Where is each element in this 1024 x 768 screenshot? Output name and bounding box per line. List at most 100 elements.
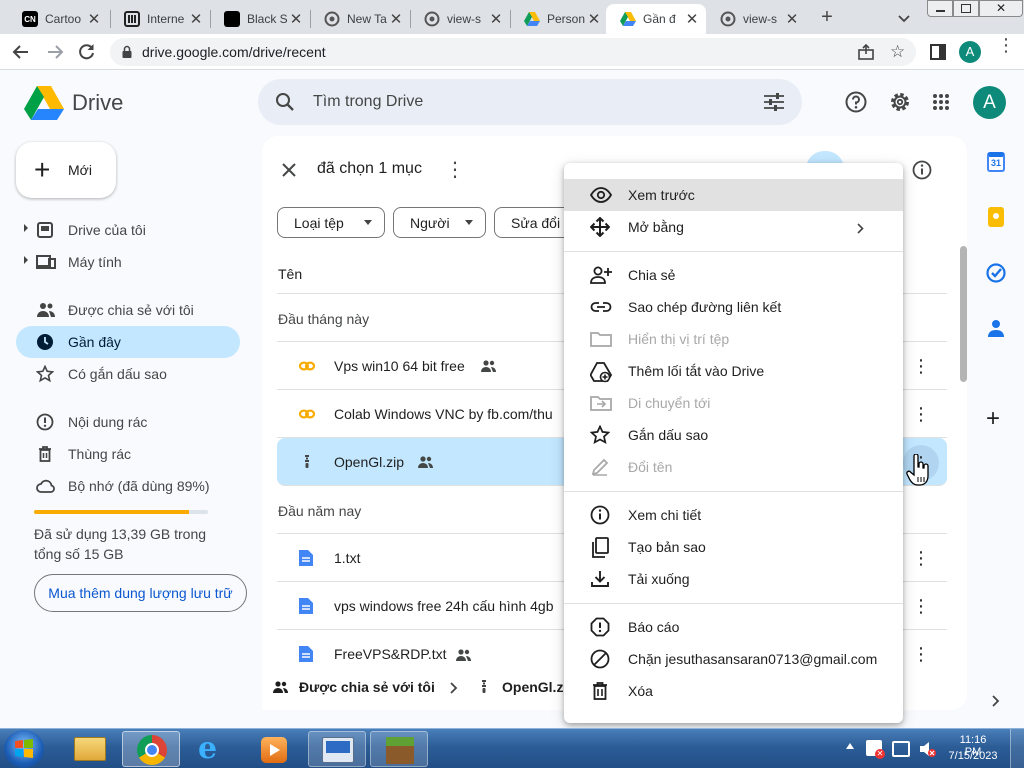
menu-item-open-with[interactable]: Mở bằng <box>564 211 903 243</box>
browser-tab[interactable]: view-s ✕ <box>706 4 806 34</box>
minimize-button[interactable] <box>927 0 953 17</box>
menu-item-report[interactable]: Báo cáo <box>564 611 903 643</box>
reload-icon[interactable] <box>78 43 96 61</box>
browser-tab[interactable]: Black S ✕ <box>210 4 310 34</box>
buy-storage-button[interactable]: Mua thêm dung lượng lưu trữ <box>34 574 247 612</box>
row-more-icon[interactable]: ⋮ <box>909 642 933 666</box>
sidebar-item-my-drive[interactable]: Drive của tôi <box>16 214 240 246</box>
expand-arrow-icon[interactable] <box>24 256 28 264</box>
drive-logo-icon[interactable] <box>24 86 64 120</box>
address-bar[interactable]: drive.google.com/drive/recent ☆ <box>110 38 916 66</box>
ie-taskbar-button[interactable]: e <box>184 731 242 767</box>
network-icon[interactable] <box>892 741 910 757</box>
lock-icon[interactable] <box>122 45 132 58</box>
settings-gear-icon[interactable] <box>889 91 911 113</box>
side-panel-icon[interactable] <box>930 44 946 60</box>
bookmark-star-icon[interactable]: ☆ <box>890 43 908 61</box>
browser-tab[interactable]: CN Cartoo ✕ <box>8 4 108 34</box>
sidebar-item-storage[interactable]: Bộ nhớ (đã dùng 89%) <box>16 470 240 502</box>
menu-item-make-copy[interactable]: Tạo bản sao <box>564 531 903 563</box>
menu-item-add-shortcut[interactable]: Thêm lối tắt vào Drive <box>564 355 903 387</box>
close-window-button[interactable]: ✕ <box>979 0 1023 17</box>
filter-chip-type[interactable]: Loại tệp <box>277 207 385 238</box>
clear-selection-icon[interactable] <box>281 162 297 178</box>
sidebar-item-shared-with-me[interactable]: Được chia sẻ với tôi <box>16 294 240 326</box>
apps-grid-icon[interactable] <box>932 93 950 111</box>
account-avatar[interactable]: A <box>973 86 1006 119</box>
search-options-icon[interactable] <box>764 93 784 111</box>
sidebar-item-recent[interactable]: Gần đây <box>16 326 240 358</box>
search-icon[interactable] <box>275 92 295 112</box>
maximize-button[interactable] <box>953 0 979 17</box>
chrome-taskbar-button[interactable] <box>122 731 180 767</box>
menu-item-download[interactable]: Tải xuống <box>564 563 903 595</box>
browser-tab[interactable]: Interne ✕ <box>110 4 210 34</box>
close-tab-icon[interactable]: ✕ <box>288 10 304 28</box>
new-button[interactable]: + Mới <box>16 142 116 198</box>
calendar-icon[interactable]: 31 <box>987 152 1005 172</box>
sidebar-item-spam[interactable]: Nội dung rác <box>16 406 240 438</box>
filter-chip-modified[interactable]: Sửa đổi <box>494 207 574 238</box>
menu-item-preview[interactable]: Xem trước <box>564 179 903 211</box>
explorer-taskbar-button[interactable] <box>60 731 118 767</box>
menu-item-block[interactable]: Chặn jesuthasansaran0713@gmail.com <box>564 643 903 675</box>
remote-desktop-taskbar-button[interactable] <box>308 731 366 767</box>
close-tab-icon[interactable]: ✕ <box>188 10 204 28</box>
add-addon-icon[interactable]: + <box>986 407 1000 431</box>
browser-tab[interactable]: Person ✕ <box>510 4 608 34</box>
show-desktop-button[interactable] <box>1010 729 1024 768</box>
clock-date[interactable]: 7/15/2023 <box>944 750 1002 762</box>
show-hidden-icons-icon[interactable] <box>846 743 854 749</box>
close-tab-icon[interactable]: ✕ <box>488 10 504 28</box>
close-tab-icon[interactable]: ✕ <box>86 10 102 28</box>
details-info-icon[interactable] <box>912 160 932 180</box>
scrollbar-thumb[interactable] <box>960 246 967 382</box>
breadcrumb-shared-with-me[interactable]: Được chia sẻ với tôi <box>299 679 435 695</box>
row-more-icon[interactable]: ⋮ <box>909 594 933 618</box>
zip-icon <box>299 454 315 470</box>
sidebar-item-trash[interactable]: Thùng rác <box>16 438 240 470</box>
row-more-icon[interactable]: ⋮ <box>909 402 933 426</box>
tasks-icon[interactable] <box>986 263 1006 283</box>
menu-item-delete[interactable]: Xóa <box>564 675 903 707</box>
browser-tab[interactable]: New Ta ✕ <box>310 4 410 34</box>
browser-tab-active[interactable]: Gần đ ✕ <box>606 4 706 34</box>
breadcrumb-file[interactable]: OpenGl.zi <box>502 679 567 695</box>
menu-item-view-details[interactable]: Xem chi tiết <box>564 499 903 531</box>
search-bar[interactable]: Tìm trong Drive <box>258 79 802 125</box>
start-button[interactable] <box>4 730 44 768</box>
row-more-icon[interactable]: ⋮ <box>909 546 933 570</box>
close-tab-icon[interactable]: ✕ <box>684 10 700 28</box>
keep-icon[interactable] <box>988 207 1004 227</box>
action-center-icon[interactable]: ✕ <box>866 740 885 759</box>
menu-item-copy-link[interactable]: Sao chép đường liên kết <box>564 291 903 323</box>
menu-item-share[interactable]: Chia sẻ <box>564 259 903 291</box>
column-header-name[interactable]: Tên <box>278 266 302 282</box>
back-icon[interactable] <box>12 43 30 61</box>
contacts-icon[interactable] <box>987 318 1005 338</box>
minecraft-taskbar-button[interactable] <box>370 731 428 767</box>
close-tab-icon[interactable]: ✕ <box>586 10 602 28</box>
more-actions-icon[interactable]: ⋮ <box>445 160 465 180</box>
share-page-icon[interactable] <box>858 43 874 60</box>
filter-chip-people[interactable]: Người <box>393 207 486 238</box>
forward-icon[interactable] <box>46 43 64 61</box>
sidebar-item-starred[interactable]: Có gắn dấu sao <box>16 358 240 390</box>
context-menu: Xem trước Mở bằng Chia sẻ Sao chép đường… <box>564 163 903 723</box>
media-player-taskbar-button[interactable] <box>246 731 304 767</box>
expand-arrow-icon[interactable] <box>24 224 28 232</box>
sidebar-item-computers[interactable]: Máy tính <box>16 246 240 278</box>
row-more-icon[interactable]: ⋮ <box>909 354 933 378</box>
tab-search-icon[interactable] <box>898 10 910 23</box>
close-tab-icon[interactable]: ✕ <box>388 10 404 28</box>
close-tab-icon[interactable]: ✕ <box>784 10 800 28</box>
new-tab-button[interactable]: + <box>816 6 838 28</box>
volume-icon[interactable] <box>918 740 936 758</box>
browser-tab[interactable]: view-s ✕ <box>410 4 510 34</box>
menu-item-star[interactable]: Gắn dấu sao <box>564 419 903 451</box>
search-input[interactable]: Tìm trong Drive <box>313 93 423 111</box>
help-icon[interactable] <box>845 91 867 113</box>
chrome-menu-icon[interactable]: ⋮ <box>997 36 1015 62</box>
expand-panel-icon[interactable] <box>992 694 1000 712</box>
profile-avatar[interactable]: A <box>959 41 981 63</box>
